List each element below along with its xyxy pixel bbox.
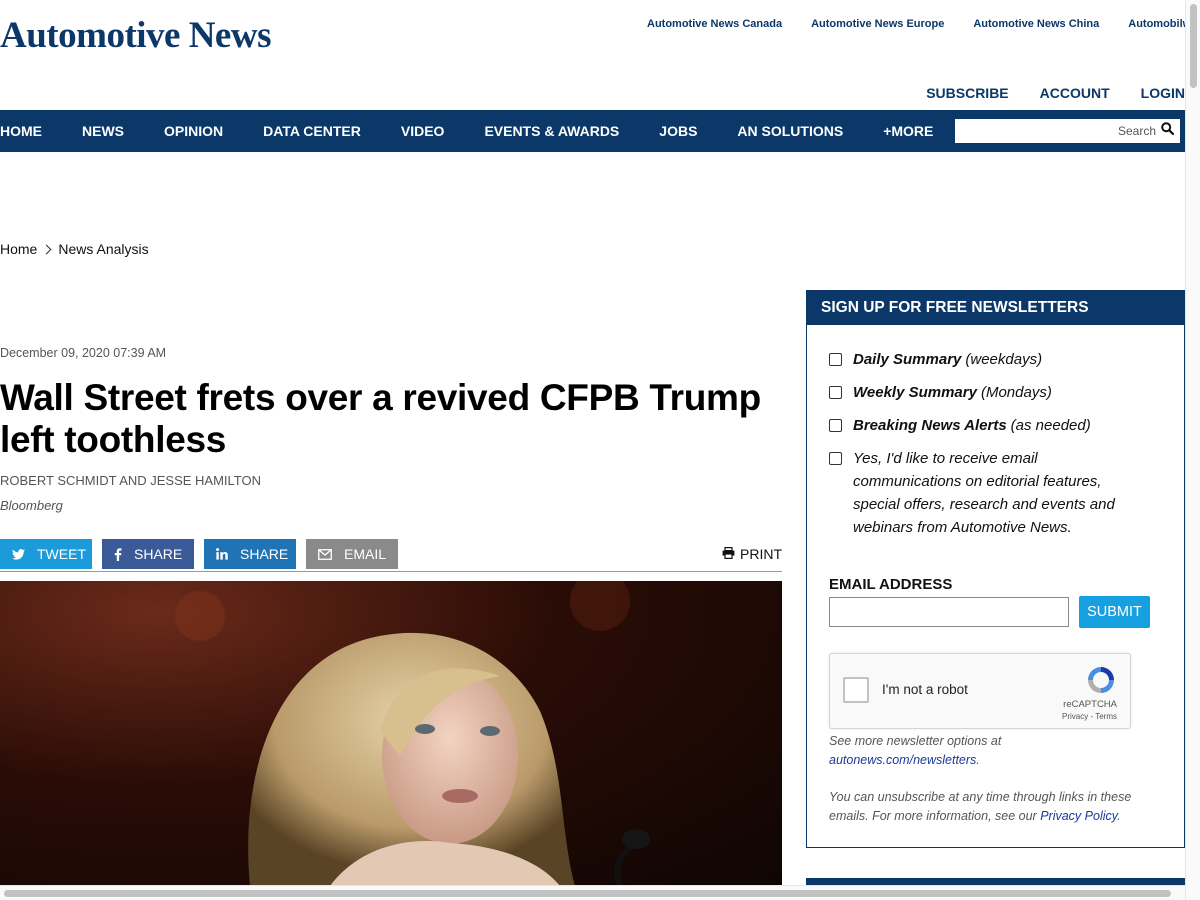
account-link[interactable]: ACCOUNT	[1040, 85, 1110, 101]
breadcrumb: Home News Analysis	[0, 241, 149, 257]
checkbox[interactable]	[829, 353, 842, 366]
edition-link-canada[interactable]: Automotive News Canada	[647, 18, 782, 30]
checkbox[interactable]	[829, 419, 842, 432]
article-headline: Wall Street frets over a revived CFPB Tr…	[0, 377, 761, 460]
nav-an-solutions[interactable]: AN SOLUTIONS	[737, 123, 843, 139]
account-links: SUBSCRIBE ACCOUNT LOGIN	[926, 85, 1185, 101]
horizontal-scrollbar[interactable]	[0, 885, 1185, 900]
recaptcha-terms-link[interactable]: Privacy - Terms	[1062, 712, 1117, 721]
vertical-scroll-thumb[interactable]	[1190, 4, 1197, 88]
checkbox[interactable]	[829, 452, 842, 465]
privacy-policy-link[interactable]: Privacy Policy	[1040, 809, 1117, 823]
submit-button[interactable]: SUBMIT	[1079, 596, 1150, 628]
newsletters-link[interactable]: autonews.com/newsletters	[829, 753, 976, 767]
horizontal-scroll-thumb[interactable]	[4, 890, 1171, 897]
recaptcha-brand: reCAPTCHA	[1063, 699, 1117, 710]
envelope-icon	[318, 548, 332, 560]
email-address-label: EMAIL ADDRESS	[829, 576, 953, 593]
printer-icon	[722, 546, 735, 562]
newsletter-consent-option[interactable]: Yes, I'd like to receive email communica…	[829, 447, 1149, 539]
search-icon[interactable]	[1161, 122, 1175, 140]
article-authors: ROBERT SCHMIDT and JESSE HAMILTON	[0, 473, 262, 488]
newsletter-name: Weekly Summary	[853, 384, 977, 401]
newsletter-signup: SIGN UP FOR FREE NEWSLETTERS Daily Summa…	[806, 290, 1185, 848]
linkedin-share-button[interactable]: SHARE	[204, 539, 296, 569]
recaptcha-widget: I'm not a robot reCAPTCHA Privacy - Term…	[829, 653, 1131, 729]
nav-home[interactable]: HOME	[0, 123, 42, 139]
edition-link-china[interactable]: Automotive News China	[973, 18, 1099, 30]
newsletter-heading: SIGN UP FOR FREE NEWSLETTERS	[807, 291, 1184, 325]
newsletter-name: Breaking News Alerts	[853, 417, 1007, 434]
newsletter-name: Daily Summary	[853, 351, 962, 368]
facebook-icon	[114, 547, 122, 561]
vertical-scrollbar[interactable]	[1185, 0, 1200, 900]
search-placeholder: Search	[1117, 124, 1156, 138]
search-input[interactable]: Search	[955, 119, 1180, 143]
more-newsletter-options: See more newsletter options at autonews.…	[829, 734, 1002, 767]
checkbox[interactable]	[829, 386, 842, 399]
email-address-input[interactable]	[829, 597, 1069, 627]
newsletter-frequency: (as needed)	[1010, 417, 1091, 434]
nav-opinion[interactable]: OPINION	[164, 123, 223, 139]
newsletter-frequency: (Mondays)	[980, 384, 1052, 401]
edition-link-europe[interactable]: Automotive News Europe	[811, 18, 944, 30]
tweet-button[interactable]: TWEET	[0, 539, 92, 569]
main-nav: HOME NEWS OPINION DATA CENTER VIDEO EVEN…	[0, 110, 1185, 152]
print-button[interactable]: PRINT	[722, 546, 782, 562]
nav-news[interactable]: NEWS	[82, 123, 124, 139]
newsletter-option-weekly[interactable]: Weekly Summary (Mondays)	[829, 381, 1149, 404]
nav-jobs[interactable]: JOBS	[659, 123, 697, 139]
twitter-icon	[12, 548, 25, 560]
facebook-share-button[interactable]: SHARE	[102, 539, 194, 569]
consent-text: Yes, I'd like to receive email communica…	[853, 450, 1115, 536]
breadcrumb-current[interactable]: News Analysis	[58, 241, 148, 257]
breadcrumb-home[interactable]: Home	[0, 241, 37, 257]
share-bar: TWEET SHARE SHARE EMAIL PRINT	[0, 539, 782, 572]
nav-video[interactable]: VIDEO	[401, 123, 445, 139]
nav-data-center[interactable]: DATA CENTER	[263, 123, 361, 139]
article-hero-image	[0, 581, 782, 886]
recaptcha-label: I'm not a robot	[882, 682, 968, 697]
article-source: Bloomberg	[0, 498, 63, 513]
email-share-label: EMAIL	[344, 546, 387, 562]
newsletter-option-breaking[interactable]: Breaking News Alerts (as needed)	[829, 414, 1149, 437]
chevron-right-icon	[41, 244, 52, 254]
unsubscribe-note: You can unsubscribe at any time through …	[829, 790, 1132, 823]
article-date: December 09, 2020 07:39 AM	[0, 346, 167, 360]
newsletter-frequency: (weekdays)	[965, 351, 1043, 368]
linkedin-share-label: SHARE	[240, 546, 289, 562]
nav-more[interactable]: +MORE	[883, 123, 933, 139]
facebook-share-label: SHARE	[134, 546, 183, 562]
login-link[interactable]: LOGIN	[1141, 85, 1185, 101]
linkedin-icon	[216, 548, 228, 560]
email-share-button[interactable]: EMAIL	[306, 539, 398, 569]
edition-links: Automotive News Canada Automotive News E…	[647, 18, 1200, 30]
recaptcha-logo-icon	[1085, 664, 1117, 696]
subscribe-link[interactable]: SUBSCRIBE	[926, 85, 1008, 101]
print-label: PRINT	[740, 546, 782, 562]
newsletter-option-daily[interactable]: Daily Summary (weekdays)	[829, 348, 1149, 371]
tweet-label: TWEET	[37, 546, 86, 562]
site-logo[interactable]: Automotive News	[0, 14, 271, 58]
nav-events-awards[interactable]: EVENTS & AWARDS	[484, 123, 619, 139]
recaptcha-checkbox[interactable]	[843, 677, 869, 703]
